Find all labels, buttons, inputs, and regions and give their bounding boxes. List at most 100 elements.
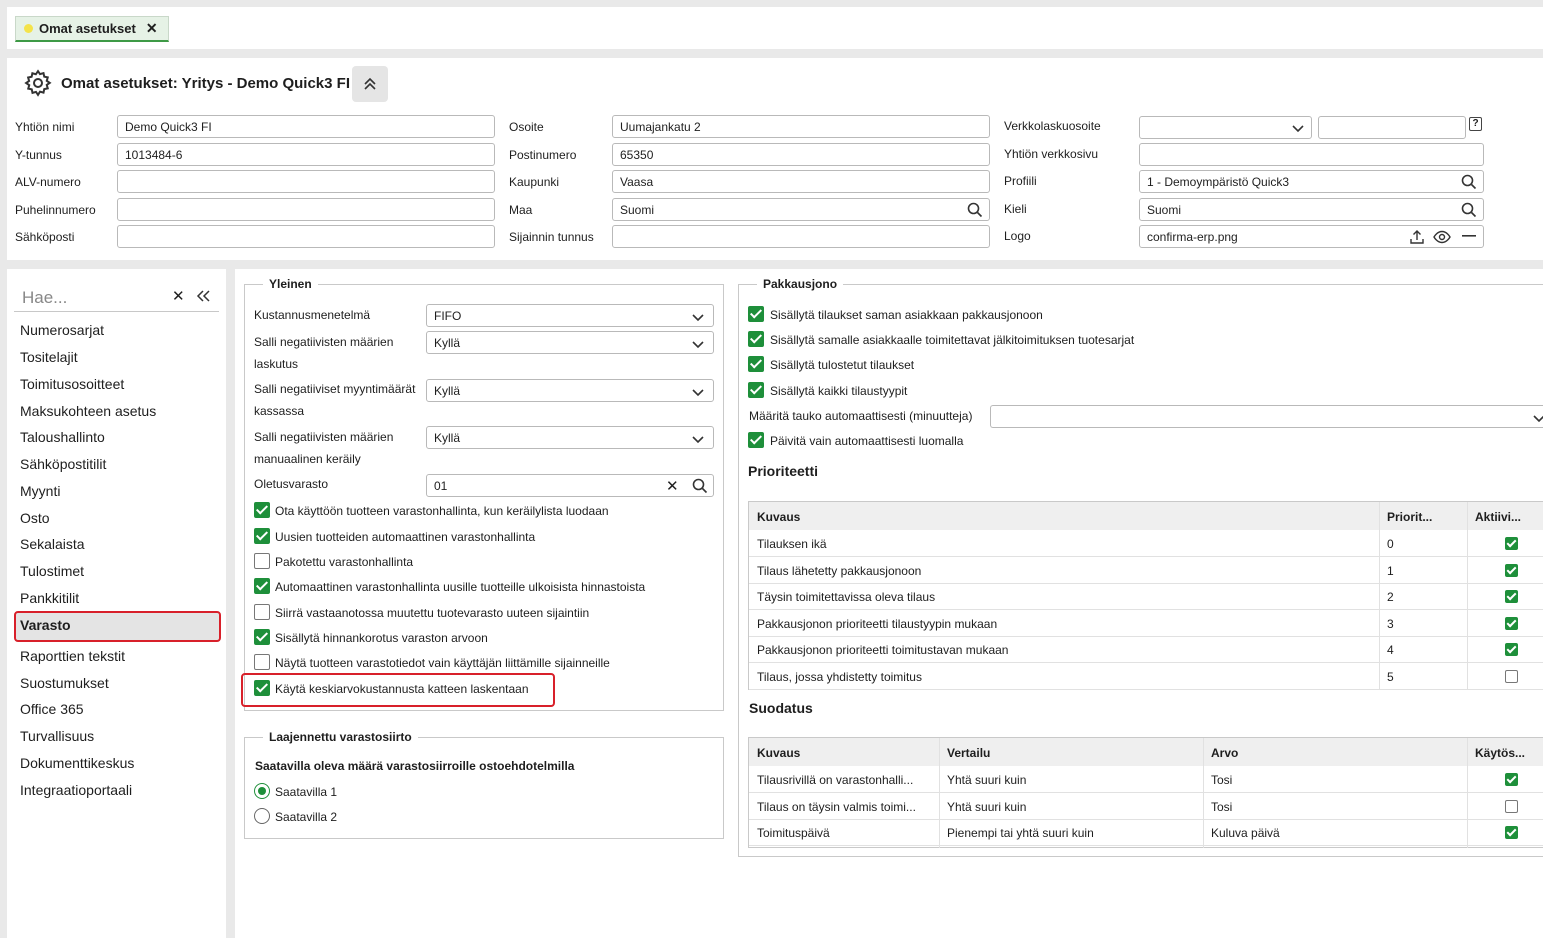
help-icon[interactable]: ? (1469, 117, 1482, 131)
general-checkbox-label: Ota käyttöön tuotteen varastonhallinta, … (275, 504, 609, 518)
filter-col-desc[interactable]: Kuvaus (757, 746, 800, 760)
table-row[interactable]: Tilaus lähetetty pakkausjonoon 1 (749, 557, 1543, 584)
filter-col-value[interactable]: Arvo (1211, 746, 1238, 760)
neg-manual-select[interactable]: Kyllä (426, 426, 714, 449)
sidebar-item[interactable]: Osto (20, 510, 50, 526)
packing-checkbox[interactable] (748, 306, 764, 322)
sidebar-item[interactable]: Taloushallinto (20, 429, 105, 445)
close-icon[interactable]: ✕ (146, 20, 158, 37)
active-checkbox[interactable] (1505, 590, 1518, 603)
row-divider (749, 845, 1543, 846)
search-icon[interactable] (1461, 202, 1477, 218)
general-checkbox[interactable] (254, 654, 270, 670)
sidebar-item[interactable]: Office 365 (20, 701, 84, 717)
collapse-header-button[interactable] (352, 66, 388, 102)
packing-checkbox[interactable] (748, 331, 764, 347)
priority-description: Tilaus lähetetty pakkausjonoon (757, 563, 922, 578)
clear-icon[interactable]: ✕ (172, 287, 185, 305)
cost-method-select[interactable]: FIFO (426, 304, 714, 327)
website-field[interactable] (1139, 143, 1484, 166)
table-row[interactable]: Pakkausjonon prioriteetti tilaustyypin m… (749, 610, 1543, 637)
sidebar-item[interactable]: Tulostimet (20, 563, 84, 579)
vat-number-field[interactable] (117, 170, 495, 193)
location-id-field[interactable] (612, 225, 990, 248)
remove-icon[interactable] (1462, 235, 1476, 237)
search-icon[interactable] (967, 202, 983, 218)
business-id-field[interactable]: 1013484-6 (117, 143, 495, 166)
pause-select[interactable] (990, 405, 1543, 428)
einvoice-address-field[interactable] (1318, 116, 1466, 139)
sidebar-item[interactable]: Numerosarjat (20, 322, 104, 338)
postal-code-field[interactable]: 65350 (612, 143, 990, 166)
company-name-field[interactable]: Demo Quick3 FI (117, 115, 495, 138)
active-checkbox[interactable] (1505, 643, 1518, 656)
used-checkbox[interactable] (1505, 799, 1518, 813)
active-checkbox[interactable] (1505, 616, 1518, 630)
priority-col-prio[interactable]: Priorit... (1387, 510, 1432, 524)
general-checkbox[interactable] (254, 578, 270, 594)
packing-checkbox[interactable] (748, 382, 764, 398)
eye-icon[interactable] (1433, 230, 1451, 244)
filter-col-used[interactable]: Käytös... (1475, 746, 1525, 760)
sidebar-item[interactable]: Dokumenttikeskus (20, 755, 134, 771)
general-checkbox[interactable] (254, 502, 270, 518)
address-field[interactable]: Uumajankatu 2 (612, 115, 990, 138)
clear-icon[interactable]: ✕ (666, 477, 679, 495)
default-warehouse-field[interactable]: 01 ✕ (426, 474, 714, 497)
sidebar-item[interactable]: Sähköpostitilit (20, 456, 106, 472)
sidebar-item[interactable]: Maksukohteen asetus (20, 403, 156, 419)
upload-icon[interactable] (1409, 229, 1425, 245)
table-row[interactable]: Pakkausjonon prioriteetti toimitustavan … (749, 636, 1543, 663)
table-row[interactable]: Toimituspäivä Pienempi tai yhtä suuri kui… (749, 819, 1543, 846)
radio-available-2[interactable] (254, 808, 270, 824)
chevron-down-icon (1292, 125, 1304, 133)
table-row[interactable]: Täysin toimitettavissa oleva tilaus 2 (749, 583, 1543, 610)
neg-invoice-select[interactable]: Kyllä (426, 331, 714, 354)
sidebar-item[interactable]: Myynti (20, 483, 60, 499)
table-row[interactable]: Tilaus, jossa yhdistetty toimitus 5 (749, 663, 1543, 690)
auto-update-checkbox[interactable] (748, 432, 764, 448)
sidebar-item[interactable]: Tositelajit (20, 349, 78, 365)
sidebar-item[interactable]: Sekalaista (20, 536, 85, 552)
collapse-sidebar-icon[interactable] (196, 290, 210, 302)
general-checkbox[interactable] (254, 528, 270, 544)
table-row[interactable]: Tilaus on täysin valmis toimi... Yhtä suu… (749, 793, 1543, 820)
radio-available-1[interactable] (254, 783, 270, 799)
used-checkbox[interactable] (1505, 826, 1518, 839)
general-checkbox[interactable] (254, 604, 270, 620)
search-icon[interactable] (692, 478, 708, 494)
einvoice-operator-select[interactable] (1139, 116, 1312, 139)
table-row[interactable]: Tilausrivillä on varastonhalli... Yhtä su… (749, 766, 1543, 793)
logo-field[interactable]: confirma-erp.png (1139, 225, 1484, 248)
neg-cash-select[interactable]: Kyllä (426, 379, 714, 402)
general-checkbox[interactable] (254, 629, 270, 645)
filter-col-compare[interactable]: Vertailu (947, 746, 990, 760)
priority-col-desc[interactable]: Kuvaus (757, 510, 800, 524)
country-field[interactable]: Suomi (612, 198, 990, 221)
language-field[interactable]: Suomi (1139, 198, 1484, 221)
profile-field[interactable]: 1 - Demoympäristö Quick3 (1139, 170, 1484, 193)
sidebar-item[interactable]: Suostumukset (20, 675, 109, 691)
packing-checkbox[interactable] (748, 356, 764, 372)
search-input[interactable] (20, 287, 160, 309)
phone-field[interactable] (117, 198, 495, 221)
general-checkbox[interactable] (254, 553, 270, 569)
active-checkbox[interactable] (1505, 563, 1518, 577)
search-icon[interactable] (1461, 174, 1477, 190)
sidebar-item[interactable]: Turvallisuus (20, 728, 94, 744)
active-checkbox[interactable] (1505, 537, 1518, 550)
tab-own-settings[interactable]: Omat asetukset ✕ (15, 16, 169, 42)
cost-method-label: Kustannusmenetelmä (254, 308, 371, 322)
sidebar-item[interactable]: Varasto (20, 617, 71, 633)
table-row[interactable]: Tilauksen ikä 0 (749, 530, 1543, 557)
email-field[interactable] (117, 225, 495, 248)
priority-col-active[interactable]: Aktiivi... (1475, 510, 1521, 524)
sidebar-item[interactable]: Raporttien tekstit (20, 648, 125, 664)
used-checkbox[interactable] (1505, 773, 1518, 786)
active-checkbox[interactable] (1505, 669, 1518, 683)
sidebar-item[interactable]: Pankkitilit (20, 590, 79, 606)
city-field[interactable]: Vaasa (612, 170, 990, 193)
sidebar-item[interactable]: Toimitusosoitteet (20, 376, 124, 392)
sidebar-item[interactable]: Integraatioportaali (20, 782, 132, 798)
default-warehouse-label: Oletusvarasto (254, 477, 329, 491)
